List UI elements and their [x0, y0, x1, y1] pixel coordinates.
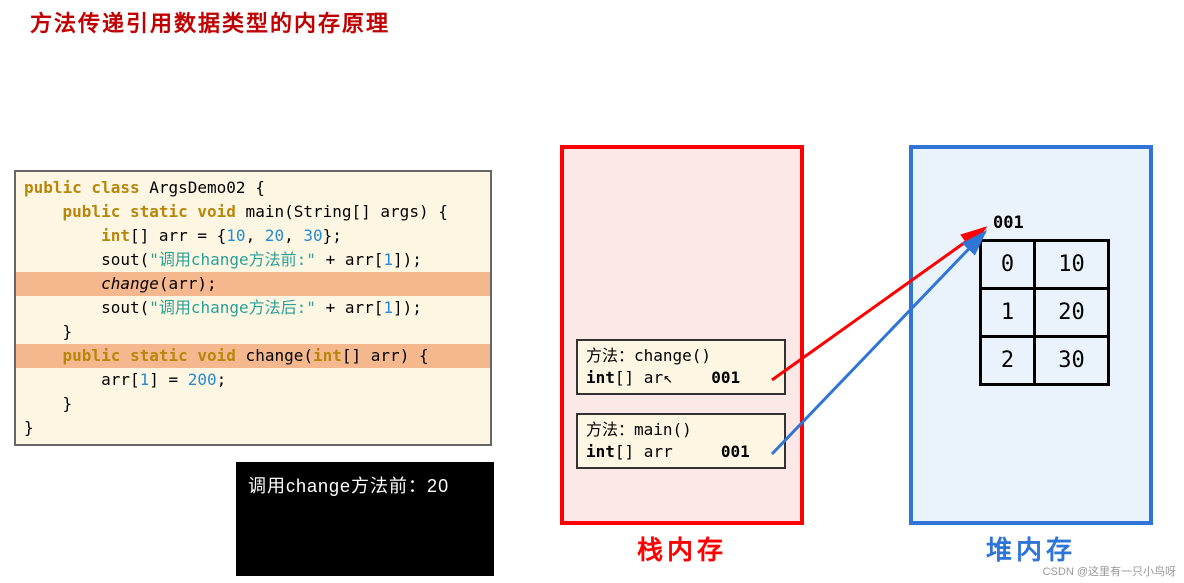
array-value: 30	[1035, 337, 1109, 385]
heap-address: 001	[993, 213, 1024, 233]
table-row: 2 30	[981, 337, 1109, 385]
code-line: arr[1] = 200;	[16, 368, 490, 392]
code-line: public class ArgsDemo02 {	[16, 176, 490, 200]
page-title: 方法传递引用数据类型的内存原理	[30, 6, 390, 38]
stack-frame-main: 方法：main() int[] arr 001	[576, 413, 786, 469]
heap-array-table: 0 10 1 20 2 30	[979, 239, 1110, 386]
frame-method-label: 方法：main()	[586, 419, 776, 441]
frame-var: int[] arr 001	[586, 441, 776, 463]
code-line: }	[16, 416, 490, 440]
cursor-icon: ↖	[663, 368, 673, 387]
code-line-highlighted: public static void change(int[] arr) {	[16, 344, 490, 368]
stack-memory-box: 方法：change() int[] ar↖ 001 方法：main() int[…	[560, 145, 804, 525]
code-line: }	[16, 320, 490, 344]
heap-memory-box: 001 0 10 1 20 2 30	[909, 145, 1153, 525]
code-block: public class ArgsDemo02 { public static …	[14, 170, 492, 446]
code-line: int[] arr = {10, 20, 30};	[16, 224, 490, 248]
frame-var: int[] ar↖ 001	[586, 367, 776, 389]
watermark: CSDN @这里有一只小鸟呀	[1043, 563, 1176, 579]
array-value: 10	[1035, 241, 1109, 289]
code-line: }	[16, 392, 490, 416]
code-line: sout("调用change方法前:" + arr[1]);	[16, 248, 490, 272]
code-line-highlighted: change(arr);	[16, 272, 490, 296]
code-line: sout("调用change方法后:" + arr[1]);	[16, 296, 490, 320]
array-value: 20	[1035, 289, 1109, 337]
stack-frame-change: 方法：change() int[] ar↖ 001	[576, 339, 786, 395]
array-index: 2	[981, 337, 1035, 385]
array-index: 0	[981, 241, 1035, 289]
console-output: 调用change方法前：20	[236, 462, 494, 576]
frame-method-label: 方法：change()	[586, 345, 776, 367]
stack-memory-label: 栈内存	[560, 530, 804, 567]
table-row: 0 10	[981, 241, 1109, 289]
array-index: 1	[981, 289, 1035, 337]
table-row: 1 20	[981, 289, 1109, 337]
heap-memory-label: 堆内存	[909, 530, 1153, 567]
code-line: public static void main(String[] args) {	[16, 200, 490, 224]
